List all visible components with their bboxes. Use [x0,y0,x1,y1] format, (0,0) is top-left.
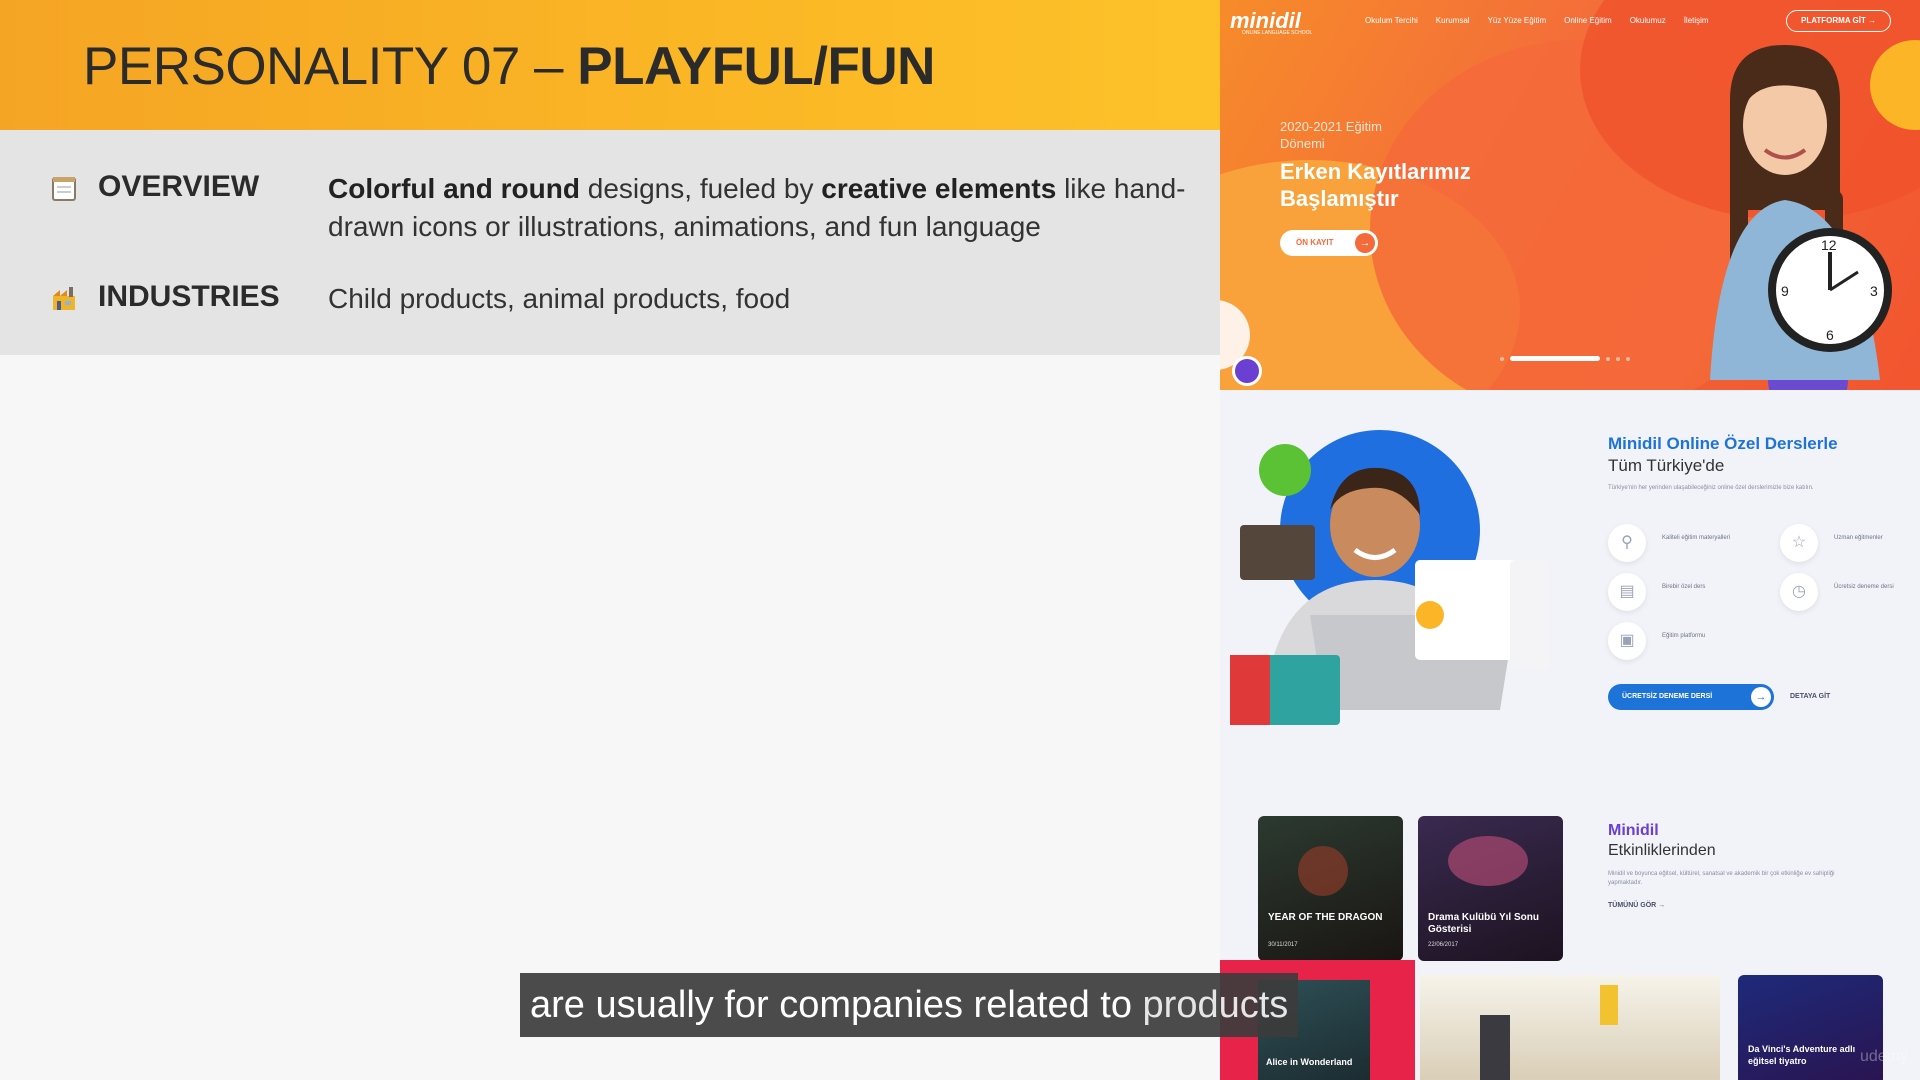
nav-item-okulumuz[interactable]: Okulumuz [1630,16,1666,25]
carousel-dots [1500,356,1630,361]
screen-icon: ▤ [1608,573,1646,611]
event-card-title: Drama Kulübü Yıl Sonu Gösterisi [1428,912,1539,935]
events-section: YEAR OF THE DRAGON 30/11/2017 Drama Kulü… [1220,790,1920,1080]
hero-title: Erken Kayıtlarımız Başlamıştır [1280,159,1471,211]
nav-item-kurumsal[interactable]: Kurumsal [1436,16,1470,25]
pre-registration-button[interactable]: ÖN KAYIT → [1280,230,1378,256]
details-link[interactable]: DETAYA GİT [1790,693,1830,700]
event-card[interactable]: YEAR OF THE DRAGON 30/11/2017 [1258,816,1403,961]
slide-title-prefix: PERSONALITY 07 – [83,37,578,96]
online-lessons-description: Türkiye'nin her yerinden ulaşabileceğini… [1608,485,1814,491]
site-nav: Okulum Tercihi Kurumsal Yüz Yüze Eğitim … [1365,16,1709,25]
online-lessons-section: Minidil Online Özel Derslerle Tüm Türkiy… [1220,390,1920,790]
event-card-title: Da Vinci's Adventure adlı eğitsel tiyatr… [1748,1044,1856,1066]
feature-label: Birebir özel ders [1662,584,1706,590]
slide-title-bold: PLAYFUL/FUN [577,37,935,96]
event-card-title: YEAR OF THE DRAGON [1268,912,1383,923]
subtitle-caption: are usually for companies related to pro… [520,973,1299,1037]
event-card[interactable] [1420,975,1720,1080]
pre-registration-label: ÖN KAYIT [1296,238,1334,247]
carousel-dot[interactable] [1606,356,1610,361]
hero-banner: 12 3 6 9 minidil ONLINE LANGUAGE SCHOOL … [1220,0,1920,390]
nav-item-yuz-yuze-egitim[interactable]: Yüz Yüze Eğitim [1488,16,1547,25]
caption-highlight: products [1142,984,1289,1026]
slide-header: PERSONALITY 07 – PLAYFUL/FUN [0,0,1220,130]
event-card[interactable]: Drama Kulübü Yıl Sonu Gösterisi 22/06/20… [1418,816,1563,961]
girl-with-clock-image: 12 3 6 9 [1710,45,1892,380]
slide: PERSONALITY 07 – PLAYFUL/FUN OVERVIEW Co… [0,0,1220,1080]
event-card-date: 30/11/2017 [1268,942,1298,948]
factory-icon [53,287,75,310]
overview-bold-2: creative elements [821,173,1057,204]
svg-text:12: 12 [1821,237,1837,253]
star-icon: ☆ [1780,524,1818,562]
industries-text: Child products, animal products, food [328,283,791,314]
event-card-title: Alice in Wonderland [1266,1057,1353,1067]
feature-label: Uzman eğitmenler [1834,535,1883,541]
carousel-dot-active[interactable] [1510,356,1600,361]
svg-text:6: 6 [1826,327,1834,343]
feature-teachers: ☆ Uzman eğitmenler [1780,524,1920,564]
svg-text:3: 3 [1870,283,1878,299]
overview-bold-1: Colorful and round [328,173,580,204]
arrow-right-icon: → [1751,687,1771,707]
event-photo [1448,836,1528,886]
online-lessons-subtitle: Tüm Türkiye'de [1608,456,1725,475]
feature-free-trial: ◷ Ücretsiz deneme dersi [1780,573,1920,613]
carousel-dot[interactable] [1500,356,1504,361]
award-icon: ⚲ [1608,524,1646,562]
caption-text: are usually for companies related to [530,984,1143,1026]
feature-label: Kaliteli eğitim materyalleri [1662,535,1731,541]
overview-text-1: designs, fueled by [579,173,822,204]
site-logo-tagline: ONLINE LANGUAGE SCHOOL [1242,30,1313,36]
info-panel: OVERVIEW Colorful and round designs, fue… [0,130,1220,355]
feature-private-lesson: ▤ Birebir özel ders [1608,573,1768,613]
free-trial-button[interactable]: ÜCRETSİZ DENEME DERSİ → [1608,684,1774,710]
notepad-icon [52,177,76,201]
events-description: Minidil ve boyunca eğitsel, kültürel, sa… [1608,871,1835,886]
event-card-date: 22/06/2017 [1428,942,1459,948]
overview-text: Colorful and round designs, fueled by cr… [328,170,1198,246]
gift-icon: ◷ [1780,573,1818,611]
nav-item-okulum-tercihi[interactable]: Okulum Tercihi [1365,16,1418,25]
overview-label: OVERVIEW [98,170,260,203]
online-lessons-title: Minidil Online Özel Derslerle [1608,434,1838,453]
slide-title: PERSONALITY 07 – PLAYFUL/FUN [83,36,935,97]
boy-with-laptop-image [1230,430,1550,725]
event-photo [1480,1015,1510,1080]
free-trial-label: ÜCRETSİZ DENEME DERSİ [1622,693,1713,700]
see-all-link[interactable]: TÜMÜNÜ GÖR → [1608,902,1665,909]
platform-icon: ▣ [1608,622,1646,660]
feature-platform: ▣ Eğitim platformu [1608,622,1768,662]
feature-label: Ücretsiz deneme dersi [1834,584,1894,590]
event-photo [1298,846,1348,896]
feature-label: Eğitim platformu [1662,633,1706,639]
arrow-right-icon: → [1355,233,1375,253]
carousel-dot[interactable] [1626,356,1630,361]
industries-label: INDUSTRIES [98,280,280,313]
svg-text:9: 9 [1781,283,1789,299]
udemy-watermark: udemy [1859,1048,1908,1065]
hero-subtitle: 2020-2021 Eğitim Dönemi [1280,119,1382,151]
chat-icon[interactable] [1232,356,1262,386]
website-screenshot: 12 3 6 9 minidil ONLINE LANGUAGE SCHOOL … [1220,0,1920,1080]
events-subtitle: Etkinliklerinden [1608,842,1716,859]
feature-materials: ⚲ Kaliteli eğitim materyalleri [1608,524,1768,564]
events-title: Minidil [1608,822,1659,839]
video-frame: PERSONALITY 07 – PLAYFUL/FUN OVERVIEW Co… [0,0,1920,1080]
nav-item-online-egitim[interactable]: Online Eğitim [1564,16,1612,25]
platform-button[interactable]: PLATFORMA GİT → [1786,10,1892,32]
event-photo [1600,985,1618,1025]
nav-item-iletisim[interactable]: İletişim [1684,16,1709,25]
carousel-dot[interactable] [1616,356,1620,361]
